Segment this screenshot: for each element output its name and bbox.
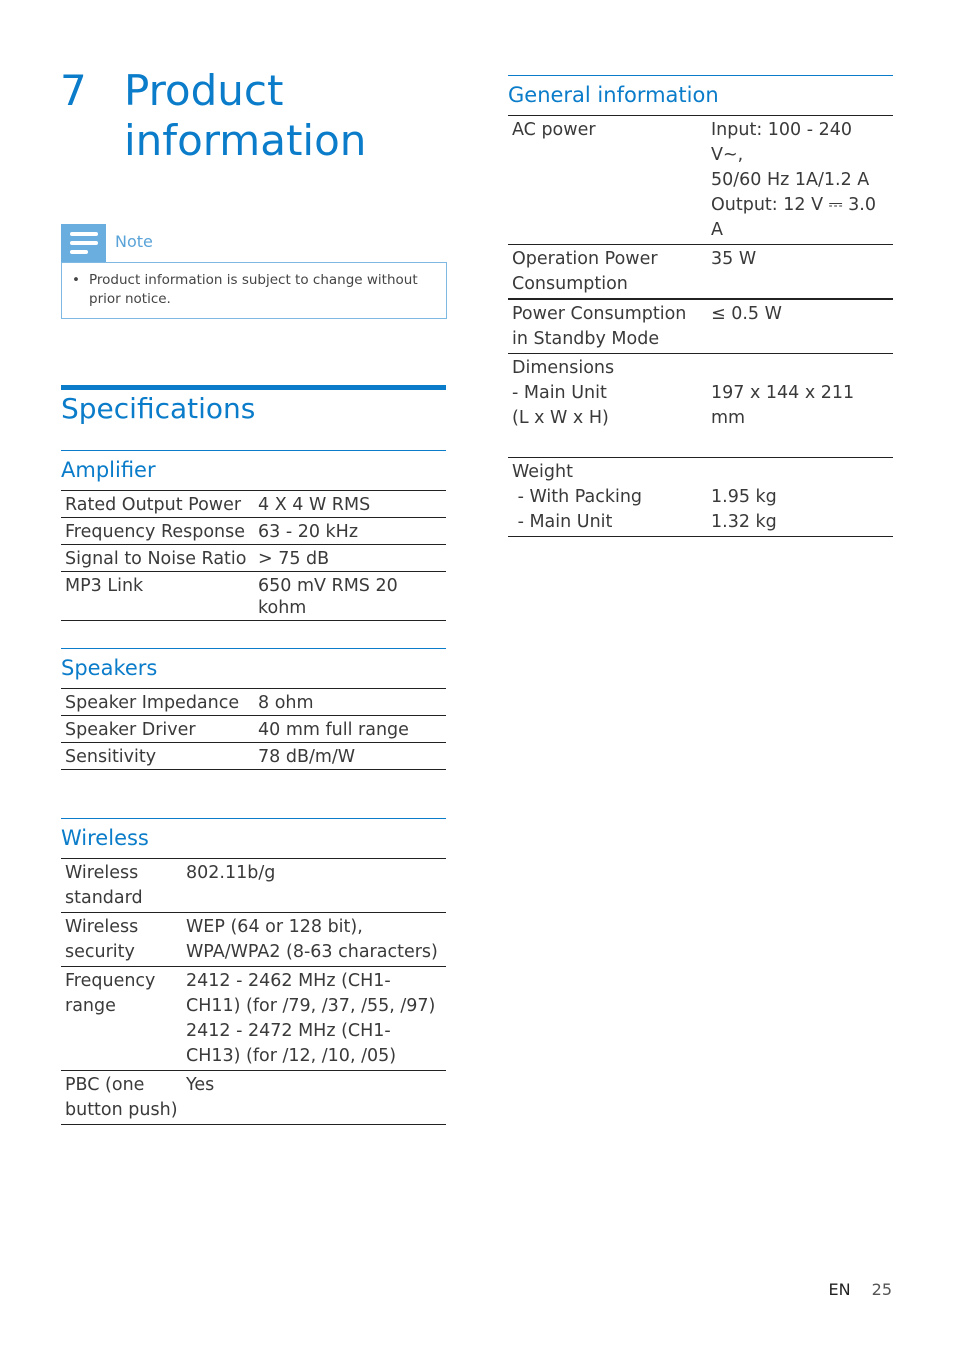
- spec-value-line: 197 x 144 x 211 mm: [711, 383, 855, 428]
- language-code: EN: [828, 1280, 851, 1299]
- note-box: Note • Product information is subject to…: [61, 224, 447, 319]
- table-row: Speaker Impedance 8 ohm: [61, 688, 446, 716]
- speakers-table: Speaker Impedance 8 ohm Speaker Driver 40 m…: [61, 688, 446, 770]
- table-row: Signal to Noise Ratio > 75 dB: [61, 544, 446, 572]
- spec-label: Power Consumption in Standby Mode: [508, 299, 707, 354]
- amplifier-section: Amplifier Rated Output Power 4 X 4 W RMS F…: [61, 450, 446, 621]
- spec-value-line: Input: 100 - 240 V~,: [711, 120, 853, 165]
- bullet-icon: •: [72, 272, 80, 288]
- table-row: MP3 Link 650 mV RMS 20 kohm: [61, 571, 446, 621]
- table-row: Wireless standard 802.11b/g: [61, 858, 446, 913]
- amplifier-table: Rated Output Power 4 X 4 W RMS Frequency R…: [61, 490, 446, 621]
- table-row: PBC (one button push) Yes: [61, 1070, 446, 1125]
- spec-value: 4 X 4 W RMS: [254, 490, 446, 518]
- table-row: Operation Power Consumption 35 W: [508, 244, 893, 300]
- spec-value: 197 x 144 x 211 mm: [707, 353, 893, 458]
- general-section: General information AC power Input: 100 -…: [508, 75, 893, 537]
- spec-label: Dimensions - Main Unit (L x W x H): [508, 353, 707, 458]
- table-row: Wireless security WEP (64 or 128 bit), WP…: [61, 912, 446, 967]
- note-lines-icon: [61, 224, 106, 262]
- spec-value-line: [711, 431, 889, 456]
- spec-label: Speaker Impedance: [61, 688, 254, 716]
- spec-label: PBC (one button push): [61, 1070, 182, 1125]
- spec-label: Frequency range: [61, 966, 182, 1071]
- spec-label-line: - With Packing: [512, 487, 643, 507]
- page-footer: EN 25: [828, 1280, 892, 1299]
- wireless-table: Wireless standard 802.11b/g Wireless secur…: [61, 858, 446, 1125]
- note-label: Note: [115, 232, 153, 251]
- page-number: 25: [871, 1280, 892, 1299]
- spec-label: Frequency Response: [61, 517, 254, 545]
- spec-label-line: - Main Unit: [512, 383, 607, 403]
- spec-label: Operation Power Consumption: [508, 244, 707, 300]
- chapter-number: 7: [60, 66, 87, 115]
- note-text: Product information is subject to change…: [89, 272, 418, 307]
- spec-label: Speaker Driver: [61, 715, 254, 743]
- spec-value: 802.11b/g: [182, 858, 446, 913]
- spec-label: Wireless security: [61, 912, 182, 967]
- spec-value: 63 - 20 kHz: [254, 517, 446, 545]
- table-row: Frequency Response 63 - 20 kHz: [61, 517, 446, 545]
- table-row: Sensitivity 78 dB/m/W: [61, 742, 446, 770]
- spec-label-line: - Main Unit: [512, 512, 613, 532]
- note-body: • Product information is subject to chan…: [61, 262, 447, 319]
- table-row: Power Consumption in Standby Mode ≤ 0.5 W: [508, 299, 893, 354]
- specifications-title: Specifications: [61, 392, 256, 425]
- spec-value: > 75 dB: [254, 544, 446, 572]
- spec-value: 2412 - 2462 MHz (CH1-CH11) (for /79, /37…: [182, 966, 446, 1071]
- spec-label: Sensitivity: [61, 742, 254, 770]
- spec-label: Signal to Noise Ratio: [61, 544, 254, 572]
- wireless-section: Wireless Wireless standard 802.11b/g Wirel…: [61, 818, 446, 1125]
- spec-value: 40 mm full range: [254, 715, 446, 743]
- speakers-section: Speakers Speaker Impedance 8 ohm Speaker D…: [61, 648, 446, 770]
- spec-value-line: Output: 12 V ⎓ 3.0 A: [711, 195, 876, 240]
- spec-label: Rated Output Power: [61, 490, 254, 518]
- wireless-title: Wireless: [61, 826, 149, 850]
- spec-value-line: 50/60 Hz 1A/1.2 A: [711, 170, 870, 190]
- general-table: AC power Input: 100 - 240 V~, 50/60 Hz 1A/…: [508, 115, 893, 537]
- table-row: AC power Input: 100 - 240 V~, 50/60 Hz 1A/…: [508, 115, 893, 245]
- spec-label: Wireless standard: [61, 858, 182, 913]
- speakers-title: Speakers: [61, 656, 158, 680]
- general-title: General information: [508, 83, 719, 107]
- table-row: Frequency range 2412 - 2462 MHz (CH1-CH11…: [61, 966, 446, 1071]
- spec-label-line: (L x W x H): [512, 408, 609, 428]
- spec-label-line: Weight: [512, 462, 573, 482]
- spec-label: AC power: [508, 115, 707, 245]
- table-row: Weight - With Packing - Main Unit 1.95 kg…: [508, 457, 893, 537]
- spec-value: ≤ 0.5 W: [707, 299, 893, 354]
- amplifier-title: Amplifier: [61, 458, 156, 482]
- specifications-rule: [61, 385, 446, 390]
- spec-value-line: [711, 460, 889, 485]
- spec-value: WEP (64 or 128 bit), WPA/WPA2 (8-63 char…: [182, 912, 446, 967]
- spec-value-line: [711, 356, 889, 381]
- spec-value: Input: 100 - 240 V~, 50/60 Hz 1A/1.2 A Out…: [707, 115, 893, 245]
- spec-value-line: 35 W: [711, 249, 757, 269]
- table-row: Dimensions - Main Unit (L x W x H) 197 x 14…: [508, 353, 893, 458]
- chapter-title: Product information: [124, 66, 367, 165]
- table-row: Speaker Driver 40 mm full range: [61, 715, 446, 743]
- spec-value: 78 dB/m/W: [254, 742, 446, 770]
- spec-value-line: ≤ 0.5 W: [711, 304, 782, 324]
- spec-value-line: 1.32 kg: [711, 512, 777, 532]
- spec-label-line: Dimensions: [512, 358, 615, 378]
- spec-value: 1.95 kg 1.32 kg: [707, 457, 893, 537]
- spec-label: MP3 Link: [61, 571, 254, 621]
- table-row: Rated Output Power 4 X 4 W RMS: [61, 490, 446, 518]
- spec-value-line: 1.95 kg: [711, 487, 777, 507]
- spec-value: 35 W: [707, 244, 893, 300]
- spec-value: 650 mV RMS 20 kohm: [254, 571, 446, 621]
- spec-label: Weight - With Packing - Main Unit: [508, 457, 707, 537]
- spec-value: 8 ohm: [254, 688, 446, 716]
- spec-value: Yes: [182, 1070, 446, 1125]
